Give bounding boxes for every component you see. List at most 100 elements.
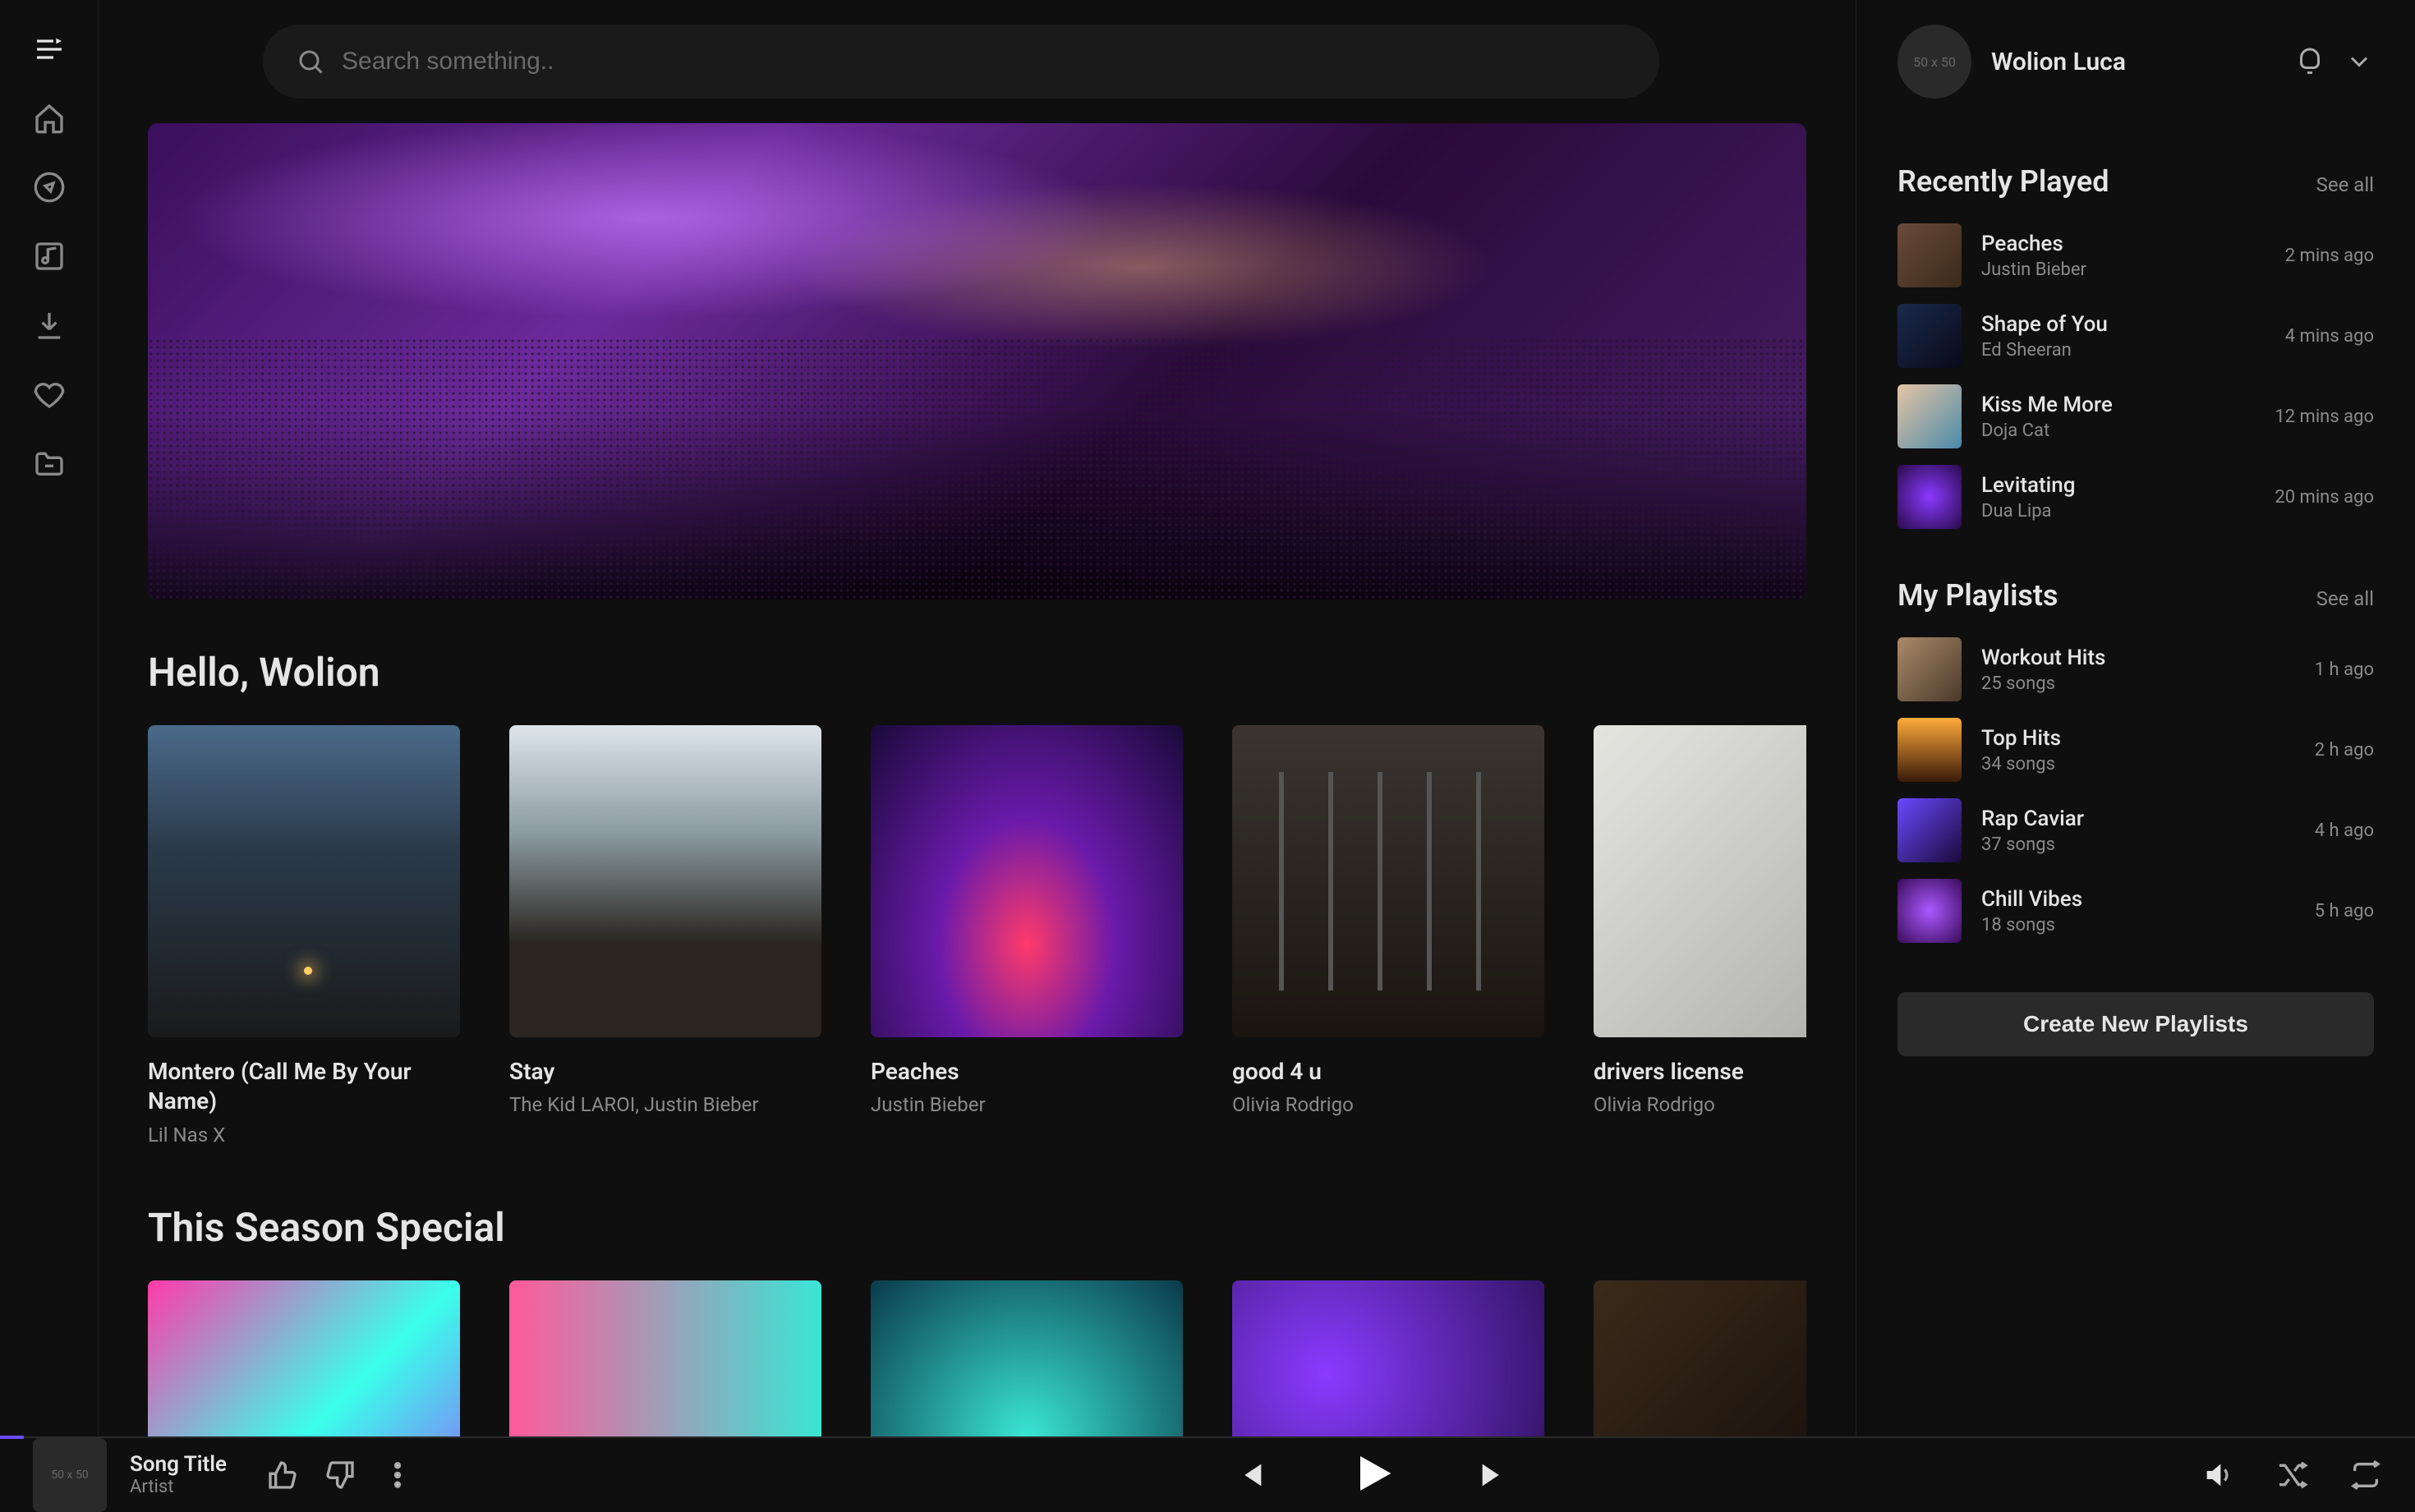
thumbs-up-icon[interactable] [266, 1459, 299, 1491]
create-playlist-button[interactable]: Create New Playlists [1898, 992, 2374, 1056]
season-title: This Season Special [148, 1204, 1806, 1251]
song-card-image [148, 1280, 460, 1437]
song-card-image [1232, 725, 1544, 1037]
chevron-down-icon[interactable] [2344, 47, 2374, 76]
playlist-item[interactable]: Rap Caviar 37 songs 4 h ago [1898, 798, 2374, 862]
thumbs-down-icon[interactable] [324, 1459, 356, 1491]
playlist-item[interactable]: Top Hits 34 songs 2 h ago [1898, 718, 2374, 782]
compass-icon[interactable] [33, 171, 66, 204]
recent-item-title: Shape of You [1981, 312, 2266, 337]
recent-thumb [1898, 465, 1962, 529]
song-card-image [1594, 1280, 1806, 1437]
song-card-artist: Olivia Rodrigo [1232, 1093, 1544, 1116]
download-icon[interactable] [33, 309, 66, 342]
recent-item[interactable]: Peaches Justin Bieber 2 mins ago [1898, 223, 2374, 287]
song-card[interactable] [148, 1280, 460, 1437]
player-song-title: Song Title [130, 1452, 227, 1477]
song-card-artist: Olivia Rodrigo [1594, 1093, 1806, 1116]
player-bar: 50 x 50 Song Title Artist [0, 1437, 2415, 1511]
song-card-image [509, 1280, 821, 1437]
song-card-image [148, 725, 460, 1037]
song-card-title: Montero (Call Me By Your Name) [148, 1057, 460, 1117]
search-bar[interactable] [263, 25, 1659, 99]
player-thumb[interactable]: 50 x 50 [33, 1438, 107, 1512]
greeting-title: Hello, Wolion [148, 649, 1806, 696]
playlist-item-time: 4 h ago [2315, 820, 2374, 841]
recent-item-title: Kiss Me More [1981, 393, 2255, 417]
song-card-artist: Lil Nas X [148, 1124, 460, 1147]
recent-item-sub: Ed Sheeran [1981, 340, 2266, 361]
skip-next-icon[interactable] [1477, 1459, 1510, 1491]
playlist-item-title: Workout Hits [1981, 646, 2295, 670]
song-card[interactable] [509, 1280, 821, 1437]
song-card-title: Peaches [871, 1057, 1183, 1087]
song-card-title: drivers license [1594, 1057, 1806, 1087]
progress-bar [0, 1436, 24, 1439]
user-row: 50 x 50 Wolion Luca [1898, 25, 2374, 99]
more-vertical-icon[interactable] [381, 1459, 414, 1491]
album-icon[interactable] [33, 240, 66, 273]
song-card-image [509, 725, 821, 1037]
playlist-item-sub: 25 songs [1981, 673, 2295, 694]
menu-toggle-icon[interactable] [33, 33, 66, 66]
recent-item[interactable]: Shape of You Ed Sheeran 4 mins ago [1898, 304, 2374, 368]
nav-rail [0, 0, 99, 1437]
recent-item-time: 2 mins ago [2285, 246, 2374, 266]
see-all-link[interactable]: See all [2316, 173, 2374, 196]
song-card-title: good 4 u [1232, 1057, 1544, 1087]
recent-item-sub: Doja Cat [1981, 421, 2255, 441]
recent-item-sub: Justin Bieber [1981, 260, 2266, 280]
song-card[interactable]: drivers license Olivia Rodrigo [1594, 725, 1806, 1147]
recently-played-section: Recently Played See all Peaches Justin B… [1898, 164, 2374, 529]
recent-thumb [1898, 384, 1962, 448]
hero-banner[interactable] [148, 123, 1806, 600]
skip-previous-icon[interactable] [1234, 1459, 1267, 1491]
home-icon[interactable] [33, 102, 66, 135]
song-card-artist: The Kid LAROI, Justin Bieber [509, 1093, 821, 1116]
song-card[interactable] [1232, 1280, 1544, 1437]
recent-item-time: 20 mins ago [2275, 487, 2374, 508]
recent-item[interactable]: Kiss Me More Doja Cat 12 mins ago [1898, 384, 2374, 448]
song-card[interactable]: Peaches Justin Bieber [871, 725, 1183, 1147]
playlist-item-title: Rap Caviar [1981, 807, 2295, 831]
playlist-thumb [1898, 879, 1962, 943]
folder-icon[interactable] [33, 447, 66, 480]
my-playlists-section: My Playlists See all Workout Hits 25 son… [1898, 578, 2374, 943]
recent-item-title: Peaches [1981, 232, 2266, 256]
search-icon [296, 47, 325, 76]
playlist-item-title: Top Hits [1981, 726, 2295, 751]
song-card[interactable]: good 4 u Olivia Rodrigo [1232, 725, 1544, 1147]
song-card[interactable]: Stay The Kid LAROI, Justin Bieber [509, 725, 821, 1147]
my-playlists-title: My Playlists [1898, 578, 2058, 613]
song-card[interactable]: Montero (Call Me By Your Name) Lil Nas X [148, 725, 460, 1147]
heart-icon[interactable] [33, 378, 66, 411]
progress-track[interactable] [0, 1436, 2415, 1438]
repeat-icon[interactable] [2349, 1459, 2382, 1491]
playlist-item-sub: 18 songs [1981, 915, 2295, 935]
playlist-thumb [1898, 637, 1962, 701]
play-button[interactable] [1349, 1450, 1395, 1500]
song-card-image [871, 1280, 1183, 1437]
recent-item[interactable]: Levitating Dua Lipa 20 mins ago [1898, 465, 2374, 529]
playlist-item-sub: 37 songs [1981, 834, 2295, 855]
avatar[interactable]: 50 x 50 [1898, 25, 1971, 99]
shuffle-icon[interactable] [2275, 1459, 2308, 1491]
song-card[interactable] [1594, 1280, 1806, 1437]
hello-row: Montero (Call Me By Your Name) Lil Nas X… [148, 725, 1806, 1147]
recent-item-time: 12 mins ago [2275, 407, 2374, 427]
recent-thumb [1898, 304, 1962, 368]
season-row [148, 1280, 1806, 1437]
song-card-title: Stay [509, 1057, 821, 1087]
song-card-image [1232, 1280, 1544, 1437]
recently-played-title: Recently Played [1898, 164, 2109, 199]
playlist-thumb [1898, 718, 1962, 782]
search-input[interactable] [342, 48, 1626, 76]
playlist-item[interactable]: Workout Hits 25 songs 1 h ago [1898, 637, 2374, 701]
song-card[interactable] [871, 1280, 1183, 1437]
recent-item-title: Levitating [1981, 473, 2255, 498]
recent-item-sub: Dua Lipa [1981, 501, 2255, 522]
bell-icon[interactable] [2295, 47, 2325, 76]
see-all-link[interactable]: See all [2316, 587, 2374, 610]
volume-icon[interactable] [2201, 1459, 2234, 1491]
playlist-item[interactable]: Chill Vibes 18 songs 5 h ago [1898, 879, 2374, 943]
